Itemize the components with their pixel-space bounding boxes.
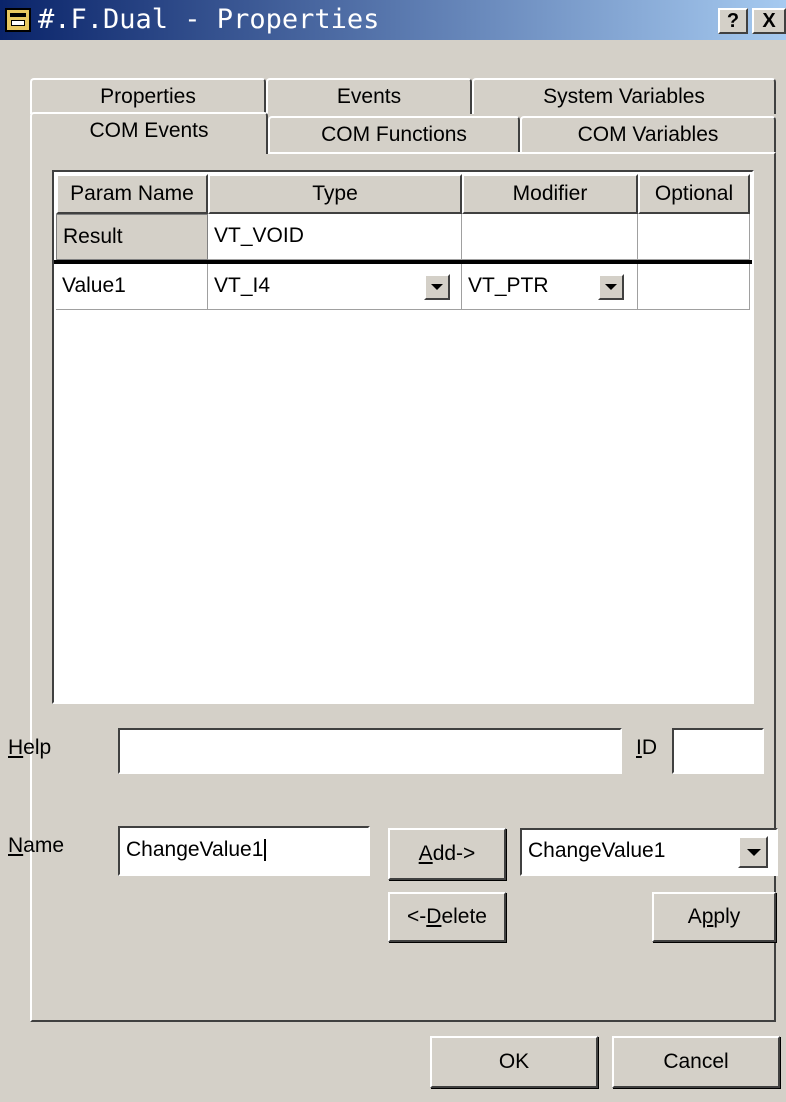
column-header-optional[interactable]: Optional [638,174,750,214]
name-label: Name [8,834,65,857]
id-input[interactable] [672,728,764,774]
column-header-param-name[interactable]: Param Name [56,174,208,214]
type-dropdown-button[interactable] [424,274,450,300]
parameter-grid[interactable]: Param Name Type Modifier Optional Result… [52,170,754,704]
help-input[interactable] [118,728,622,774]
tab-com-functions[interactable]: COM Functions [268,116,520,152]
window-title: #.F.Dual - Properties [38,4,380,35]
grid-cell-result-modifier[interactable] [462,214,638,260]
name-input-text: ChangeValue1 [126,838,264,861]
tab-com-variables[interactable]: COM Variables [520,116,776,152]
tab-system-variables[interactable]: System Variables [472,78,776,114]
id-label: ID [636,736,658,759]
help-label: Help [8,736,52,759]
cancel-button[interactable]: Cancel [612,1036,780,1088]
column-header-type[interactable]: Type [208,174,462,214]
function-combobox-dropdown-button[interactable] [738,836,768,868]
add-button[interactable]: Add-> [388,828,506,880]
grid-cell-result-name[interactable]: Result [56,214,208,260]
function-combobox-text: ChangeValue1 [528,839,666,862]
apply-button[interactable]: Apply [652,892,776,942]
grid-cell-value1-optional[interactable] [638,264,750,310]
delete-button[interactable]: <-Delete [388,892,506,942]
text-caret [264,839,267,862]
title-bar[interactable]: #.F.Dual - Properties ? X [0,0,786,40]
help-button[interactable]: ? [718,8,748,34]
tab-events[interactable]: Events [266,78,472,114]
window-icon[interactable] [5,8,31,32]
grid-cell-value1-modifier-text: VT_PTR [468,274,549,297]
close-button[interactable]: X [752,8,786,34]
grid-cell-result-optional[interactable] [638,214,750,260]
tab-com-events[interactable]: COM Events [30,112,268,154]
grid-cell-value1-name[interactable]: Value1 [56,264,208,310]
help-label-text: elp [23,736,52,759]
ok-button[interactable]: OK [430,1036,598,1088]
modifier-dropdown-button[interactable] [598,274,624,300]
tab-properties[interactable]: Properties [30,78,266,114]
grid-cell-result-type[interactable]: VT_VOID [208,214,462,260]
name-input[interactable]: ChangeValue1 [118,826,370,876]
grid-cell-value1-type-text: VT_I4 [214,274,271,297]
column-header-modifier[interactable]: Modifier [462,174,638,214]
